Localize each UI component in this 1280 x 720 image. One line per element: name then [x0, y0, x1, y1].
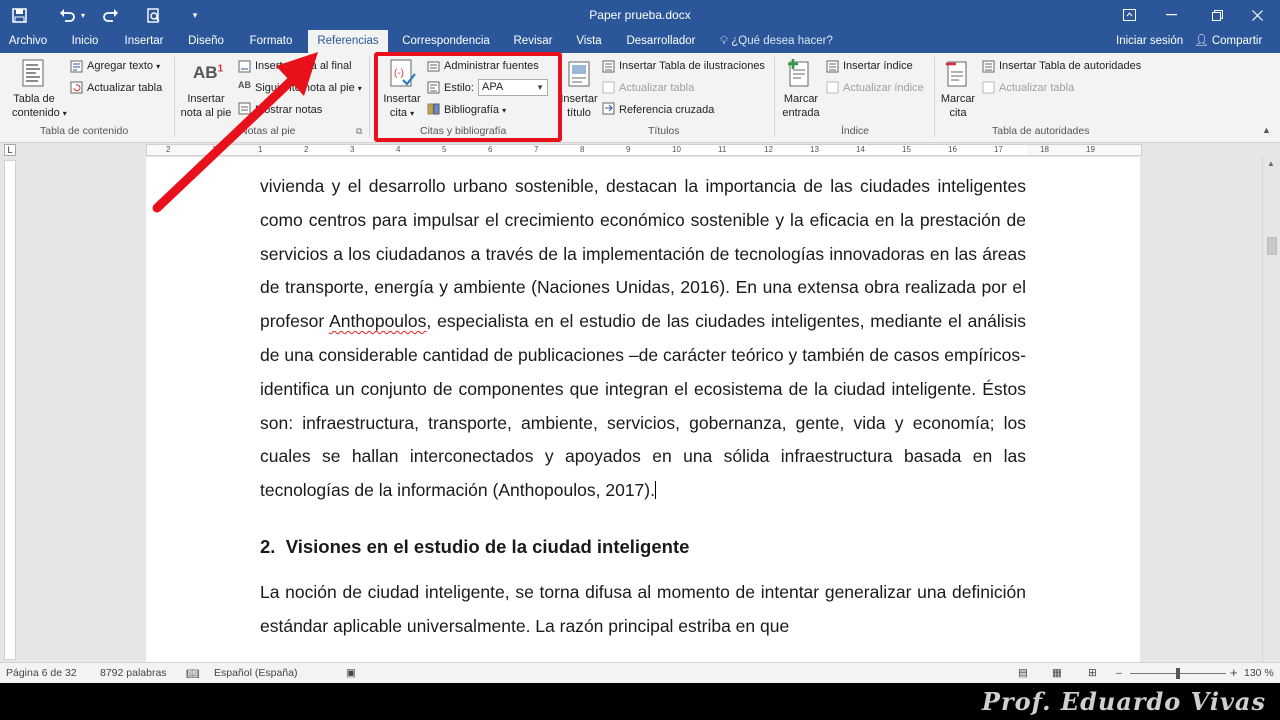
authorities-group-label: Tabla de autoridades	[992, 125, 1090, 137]
zoom-level[interactable]: 130 %	[1244, 667, 1274, 679]
insert-caption-icon[interactable]	[568, 61, 590, 92]
cross-reference-icon	[602, 102, 615, 115]
tell-me-text: ¿Qué desea hacer?	[731, 35, 833, 47]
mark-citation-icon[interactable]	[944, 58, 970, 93]
annotation-highlight-box	[374, 52, 562, 142]
insert-index-icon	[826, 60, 839, 73]
tell-me-box[interactable]: 💡︎ ¿Qué desea hacer?	[720, 30, 833, 53]
group-divider	[934, 57, 935, 137]
page-count[interactable]: Página 6 de 32	[6, 667, 77, 679]
update-index-button: Actualizar índice	[843, 82, 924, 94]
insert-table-authorities-icon	[982, 60, 995, 73]
scroll-up-icon[interactable]: ▲	[1267, 159, 1275, 168]
macro-icon[interactable]: ▣	[346, 667, 356, 679]
watermark-signature: Prof. Eduardo Vivas	[981, 687, 1266, 716]
insert-caption-button[interactable]: Insertar título	[560, 92, 598, 120]
web-layout-icon[interactable]: ⊞	[1088, 667, 1097, 679]
mark-citation-button[interactable]: Marcar cita	[938, 92, 978, 120]
vertical-scrollbar[interactable]: ▲	[1262, 157, 1280, 662]
ruler-number: 6	[488, 145, 493, 154]
insert-index-button[interactable]: Insertar índice	[843, 59, 913, 73]
share-label: Compartir	[1211, 35, 1263, 47]
ruler-number: 19	[1086, 145, 1095, 154]
paragraph-text: La noción de ciudad inteligente, se torn…	[260, 581, 1026, 636]
video-bottom-band: Prof. Eduardo Vivas	[0, 683, 1280, 720]
group-divider	[774, 57, 775, 137]
ruler-number: 5	[442, 145, 447, 154]
minimize-icon[interactable]	[1148, 0, 1194, 30]
lightbulb-icon: 💡︎	[720, 35, 729, 47]
ruler-number: 17	[994, 145, 1003, 154]
language[interactable]: Español (España)	[214, 667, 297, 679]
ruler-number: 18	[1040, 145, 1049, 154]
ribbon-display-options-icon[interactable]	[1106, 0, 1152, 30]
ruler-number: 16	[948, 145, 957, 154]
person-icon: 👤︎	[1194, 35, 1209, 47]
word-count[interactable]: 8792 palabras	[100, 667, 167, 679]
heading-text: Visiones en el estudio de la ciudad inte…	[285, 535, 690, 557]
tab-vista[interactable]: Vista	[568, 30, 610, 53]
ruler-number: 13	[810, 145, 819, 154]
scrollbar-thumb[interactable]	[1267, 237, 1277, 255]
insert-table-figures-button[interactable]: Insertar Tabla de ilustraciones	[619, 59, 765, 73]
mark-entry-label-1: Marcar	[783, 93, 819, 105]
ruler-number: 14	[856, 145, 865, 154]
update-table-figures-button: Actualizar tabla	[619, 82, 695, 94]
zoom-in-button[interactable]: +	[1230, 665, 1238, 680]
table-of-figures-icon	[602, 60, 615, 73]
heading-number: 2.	[260, 535, 276, 557]
ruler-number: 9	[626, 145, 631, 154]
ruler-number: 11	[718, 145, 727, 154]
cross-reference-button[interactable]: Referencia cruzada	[619, 103, 714, 117]
document-page[interactable]: vivienda y el desarrollo urbano sostenib…	[146, 157, 1140, 662]
ruler-number: 7	[534, 145, 539, 154]
ruler-number: 8	[580, 145, 585, 154]
ruler-number: 12	[764, 145, 773, 154]
ruler-number: 10	[672, 145, 681, 154]
index-group-label: Índice	[841, 125, 870, 137]
caption-label-2: título	[567, 107, 591, 119]
collapse-ribbon-icon[interactable]: ▲	[1262, 125, 1271, 135]
tab-desarrollador[interactable]: Desarrollador	[620, 30, 702, 53]
caption-label-1: Insertar	[560, 93, 598, 105]
insert-table-authorities-button[interactable]: Insertar Tabla de autoridades	[999, 59, 1141, 73]
paragraph-text: , especialista en el estudio de las ciud…	[260, 311, 1026, 501]
sign-in-link[interactable]: Iniciar sesión	[1116, 30, 1183, 53]
print-layout-icon[interactable]: ▦	[1052, 667, 1062, 679]
vertical-ruler	[4, 160, 16, 660]
document-area[interactable]: vivienda y el desarrollo urbano sostenib…	[18, 157, 1262, 662]
zoom-out-button[interactable]: –	[1116, 667, 1122, 679]
word-window: ▾ ▾ Paper prueba.docx Archivo Inicio Ins…	[0, 0, 1280, 683]
mark-citation-label-2: cita	[949, 107, 967, 119]
ruler-number: 15	[902, 145, 911, 154]
mark-entry-icon[interactable]	[786, 58, 812, 93]
proofing-icon[interactable]: 📖︎	[186, 667, 199, 680]
paragraph[interactable]: La noción de ciudad inteligente, se torn…	[260, 576, 1026, 644]
close-icon[interactable]	[1234, 0, 1280, 30]
read-mode-icon[interactable]: ▤	[1018, 667, 1028, 679]
tab-revisar[interactable]: Revisar	[506, 30, 560, 53]
update-index-icon	[826, 81, 839, 94]
zoom-slider-thumb[interactable]	[1176, 668, 1180, 679]
update-table-authorities-icon	[982, 81, 995, 94]
annotation-arrow	[152, 52, 318, 213]
document-body[interactable]: vivienda y el desarrollo urbano sostenib…	[260, 170, 1026, 644]
update-table-authorities-button: Actualizar tabla	[999, 82, 1075, 94]
share-button[interactable]: 👤︎ Compartir	[1194, 30, 1262, 53]
mark-entry-button[interactable]: Marcar entrada	[778, 92, 824, 120]
section-heading[interactable]: 2. Visiones en el estudio de la ciudad i…	[260, 530, 1026, 564]
mark-entry-label-2: entrada	[782, 107, 820, 119]
tab-correspondencia[interactable]: Correspondencia	[396, 30, 496, 53]
mark-citation-label-1: Marcar	[940, 93, 976, 105]
captions-group-label: Títulos	[648, 125, 680, 137]
text-cursor	[654, 481, 656, 500]
update-table-figures-icon	[602, 81, 615, 94]
misspelled-word[interactable]: Anthopoulos	[329, 311, 426, 331]
status-bar: Página 6 de 32 8792 palabras 📖︎ Español …	[0, 662, 1280, 683]
